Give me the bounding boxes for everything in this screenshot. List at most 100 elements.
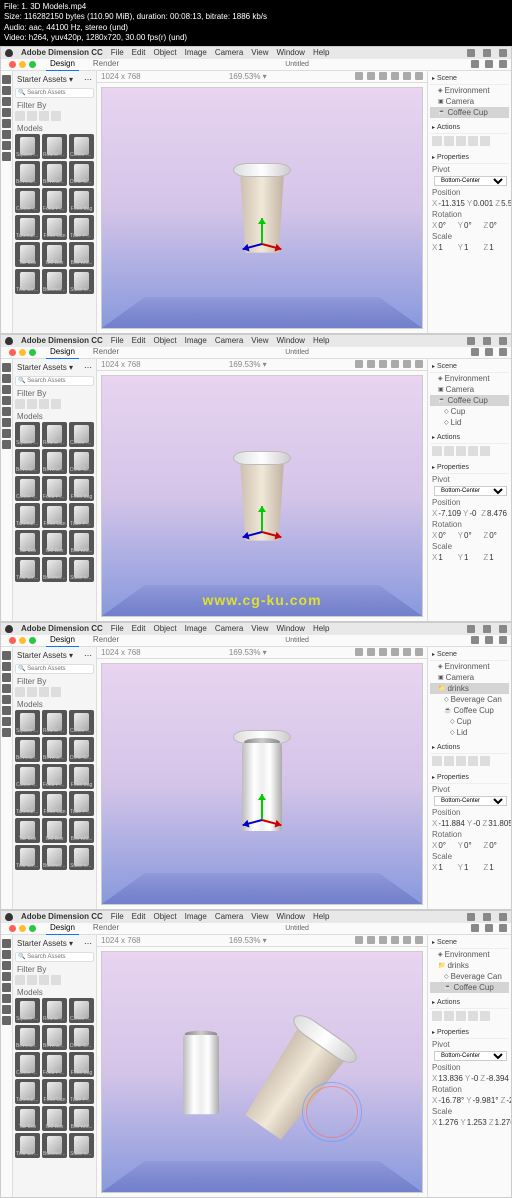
asset-thumbnail[interactable]: [42, 476, 67, 501]
filter-btn[interactable]: [39, 975, 49, 985]
asset-thumbnail[interactable]: [42, 161, 67, 186]
3d-viewport[interactable]: www.cg-ku.com: [101, 375, 423, 617]
rot-x[interactable]: -16.78°: [438, 1096, 464, 1105]
asset-thumbnail[interactable]: [42, 269, 67, 294]
asset-thumbnail[interactable]: [15, 764, 40, 789]
menu-window[interactable]: Window: [276, 624, 304, 633]
tool-button[interactable]: [2, 429, 11, 438]
maximize-window[interactable]: [29, 925, 36, 932]
pos-z[interactable]: -8.394: [486, 1074, 509, 1083]
tab-render[interactable]: Render: [89, 345, 123, 359]
apple-logo[interactable]: [5, 625, 13, 633]
filter-btn[interactable]: [15, 975, 25, 985]
menu-camera[interactable]: Camera: [215, 912, 243, 921]
action-button[interactable]: [480, 136, 490, 146]
cloud-icon[interactable]: [467, 913, 475, 921]
action-button[interactable]: [468, 136, 478, 146]
menu-edit[interactable]: Edit: [132, 624, 146, 633]
asset-thumbnail[interactable]: [42, 764, 67, 789]
tool-button[interactable]: [2, 374, 11, 383]
tool-button[interactable]: [2, 108, 11, 117]
asset-thumbnail[interactable]: [42, 791, 67, 816]
menu-camera[interactable]: Camera: [215, 48, 243, 57]
apple-logo[interactable]: [5, 913, 13, 921]
tool-button[interactable]: [2, 961, 11, 970]
menu-edit[interactable]: Edit: [132, 912, 146, 921]
help-icon[interactable]: [485, 348, 493, 356]
move-gizmo[interactable]: [237, 794, 287, 844]
filter-btn[interactable]: [15, 111, 25, 121]
help-icon[interactable]: [485, 60, 493, 68]
viewport-tool[interactable]: [367, 936, 375, 944]
filter-btn[interactable]: [39, 399, 49, 409]
filter-btn[interactable]: [51, 111, 61, 121]
properties-panel-header[interactable]: Properties: [430, 1027, 509, 1039]
scene-item[interactable]: ☕ Coffee Cup: [430, 107, 509, 118]
asset-thumbnail[interactable]: [15, 1106, 40, 1131]
scene-panel-header[interactable]: Scene: [430, 73, 509, 85]
apple-logo[interactable]: [5, 49, 13, 57]
menu-window[interactable]: Window: [276, 912, 304, 921]
pos-x[interactable]: 13.836: [438, 1074, 462, 1083]
asset-thumbnail[interactable]: [69, 1079, 94, 1104]
asset-thumbnail[interactable]: [69, 134, 94, 159]
menu-file[interactable]: File: [111, 336, 124, 345]
properties-panel-header[interactable]: Properties: [430, 772, 509, 784]
tool-button[interactable]: [2, 396, 11, 405]
filter-btn[interactable]: [15, 399, 25, 409]
close-window[interactable]: [9, 349, 16, 356]
rotate-gizmo[interactable]: [302, 1082, 362, 1142]
zoom-level[interactable]: 169.53% ▾: [229, 72, 267, 81]
scene-item[interactable]: ◇ Cup: [430, 406, 509, 417]
3d-viewport[interactable]: [101, 951, 423, 1193]
tool-button[interactable]: [2, 385, 11, 394]
asset-thumbnail[interactable]: [69, 791, 94, 816]
asset-thumbnail[interactable]: [15, 818, 40, 843]
tool-button[interactable]: [2, 152, 11, 161]
rot-x[interactable]: 0°: [438, 531, 446, 540]
action-button[interactable]: [480, 446, 490, 456]
scale-y[interactable]: 1: [464, 243, 468, 252]
action-button[interactable]: [480, 756, 490, 766]
asset-thumbnail[interactable]: [15, 188, 40, 213]
move-gizmo[interactable]: [237, 506, 287, 556]
asset-thumbnail[interactable]: [69, 737, 94, 762]
asset-thumbnail[interactable]: [42, 449, 67, 474]
search-icon[interactable]: [483, 913, 491, 921]
asset-thumbnail[interactable]: [42, 737, 67, 762]
asset-thumbnail[interactable]: [69, 530, 94, 555]
tab-design[interactable]: Design: [46, 633, 79, 647]
tab-render[interactable]: Render: [89, 921, 123, 935]
actions-panel-header[interactable]: Actions: [430, 997, 509, 1009]
actions-panel-header[interactable]: Actions: [430, 122, 509, 134]
asset-thumbnail[interactable]: [15, 134, 40, 159]
menu-icon[interactable]: [499, 625, 507, 633]
viewport-tool[interactable]: [403, 72, 411, 80]
menu-icon[interactable]: [499, 913, 507, 921]
properties-panel-header[interactable]: Properties: [430, 462, 509, 474]
asset-thumbnail[interactable]: [15, 1025, 40, 1050]
menu-edit[interactable]: Edit: [132, 336, 146, 345]
asset-thumbnail[interactable]: [69, 188, 94, 213]
tool-button[interactable]: [2, 130, 11, 139]
asset-thumbnail[interactable]: [15, 1052, 40, 1077]
scale-x[interactable]: 1: [438, 243, 442, 252]
filter-btn[interactable]: [39, 111, 49, 121]
scale-z[interactable]: 1.276: [495, 1118, 511, 1127]
settings-icon[interactable]: [499, 60, 507, 68]
pivot-dropdown[interactable]: Bottom-Center: [434, 176, 507, 186]
asset-thumbnail[interactable]: [42, 134, 67, 159]
asset-thumbnail[interactable]: [69, 845, 94, 870]
asset-thumbnail[interactable]: [42, 422, 67, 447]
menu-view[interactable]: View: [251, 624, 268, 633]
pos-x[interactable]: -7.109: [438, 509, 461, 518]
help-icon[interactable]: [485, 924, 493, 932]
asset-thumbnail[interactable]: [15, 476, 40, 501]
menu-window[interactable]: Window: [276, 48, 304, 57]
asset-thumbnail[interactable]: [42, 710, 67, 735]
tab-render[interactable]: Render: [89, 57, 123, 71]
menu-image[interactable]: Image: [185, 912, 207, 921]
viewport-tool[interactable]: [379, 936, 387, 944]
tool-button[interactable]: [2, 684, 11, 693]
move-gizmo[interactable]: [237, 218, 287, 268]
